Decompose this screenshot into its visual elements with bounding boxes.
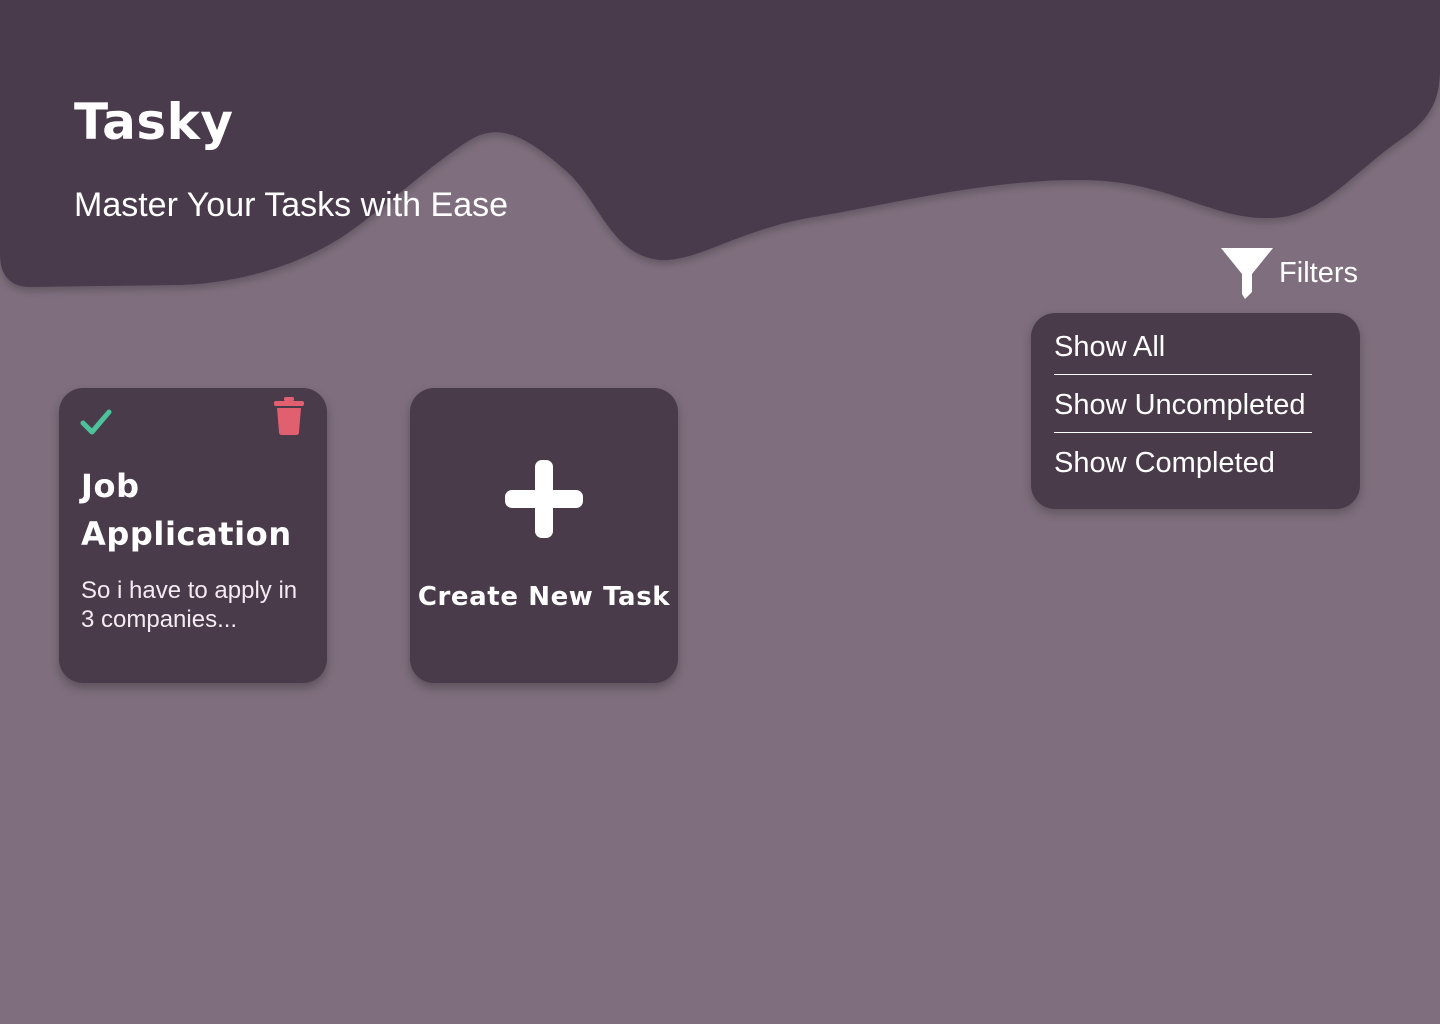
task-title: Job Application (81, 467, 292, 553)
filter-option-show-uncompleted[interactable]: Show Uncompleted (1054, 389, 1312, 433)
filters-button[interactable]: Filters (1221, 246, 1358, 300)
check-icon[interactable] (80, 408, 112, 436)
filter-option-show-completed[interactable]: Show Completed (1054, 447, 1336, 490)
app-title: Tasky (74, 93, 234, 151)
trash-icon[interactable] (274, 397, 304, 435)
task-description: So i have to apply in 3 companies... (81, 577, 298, 633)
filter-icon (1221, 248, 1274, 299)
create-new-task-card[interactable]: Create New Task (410, 388, 678, 683)
create-new-task-label: Create New Task (417, 582, 671, 612)
app-subtitle: Master Your Tasks with Ease (74, 186, 509, 224)
filter-option-show-all[interactable]: Show All (1054, 331, 1312, 375)
filter-dropdown: Show All Show Uncompleted Show Completed (1031, 313, 1360, 509)
plus-icon (505, 460, 583, 538)
filters-label: Filters (1279, 256, 1358, 289)
